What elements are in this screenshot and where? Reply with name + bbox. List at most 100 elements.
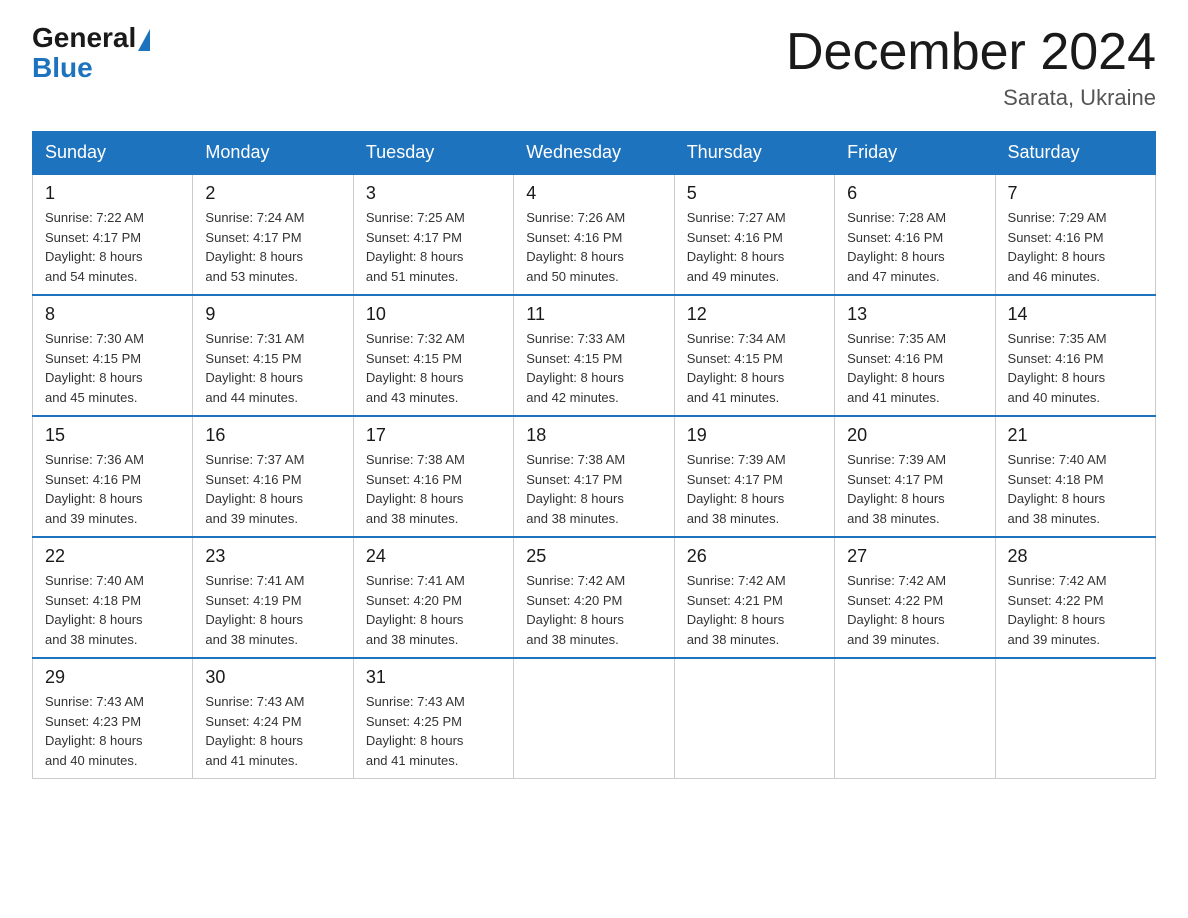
day-info: Sunrise: 7:39 AM Sunset: 4:17 PM Dayligh… — [847, 450, 982, 528]
day-info: Sunrise: 7:33 AM Sunset: 4:15 PM Dayligh… — [526, 329, 661, 407]
calendar-cell: 11 Sunrise: 7:33 AM Sunset: 4:15 PM Dayl… — [514, 295, 674, 416]
calendar-cell: 8 Sunrise: 7:30 AM Sunset: 4:15 PM Dayli… — [33, 295, 193, 416]
day-number: 14 — [1008, 304, 1143, 325]
calendar-header-row: SundayMondayTuesdayWednesdayThursdayFrid… — [33, 132, 1156, 175]
header-tuesday: Tuesday — [353, 132, 513, 175]
calendar-cell: 21 Sunrise: 7:40 AM Sunset: 4:18 PM Dayl… — [995, 416, 1155, 537]
day-number: 15 — [45, 425, 180, 446]
calendar-cell: 6 Sunrise: 7:28 AM Sunset: 4:16 PM Dayli… — [835, 174, 995, 295]
day-number: 11 — [526, 304, 661, 325]
calendar-cell: 9 Sunrise: 7:31 AM Sunset: 4:15 PM Dayli… — [193, 295, 353, 416]
day-info: Sunrise: 7:42 AM Sunset: 4:22 PM Dayligh… — [1008, 571, 1143, 649]
calendar-cell: 15 Sunrise: 7:36 AM Sunset: 4:16 PM Dayl… — [33, 416, 193, 537]
day-info: Sunrise: 7:32 AM Sunset: 4:15 PM Dayligh… — [366, 329, 501, 407]
day-number: 19 — [687, 425, 822, 446]
day-number: 28 — [1008, 546, 1143, 567]
calendar-cell: 18 Sunrise: 7:38 AM Sunset: 4:17 PM Dayl… — [514, 416, 674, 537]
calendar-cell: 23 Sunrise: 7:41 AM Sunset: 4:19 PM Dayl… — [193, 537, 353, 658]
day-info: Sunrise: 7:22 AM Sunset: 4:17 PM Dayligh… — [45, 208, 180, 286]
day-number: 30 — [205, 667, 340, 688]
day-number: 25 — [526, 546, 661, 567]
day-number: 2 — [205, 183, 340, 204]
day-info: Sunrise: 7:40 AM Sunset: 4:18 PM Dayligh… — [1008, 450, 1143, 528]
calendar-cell: 13 Sunrise: 7:35 AM Sunset: 4:16 PM Dayl… — [835, 295, 995, 416]
header-wednesday: Wednesday — [514, 132, 674, 175]
day-number: 1 — [45, 183, 180, 204]
day-number: 18 — [526, 425, 661, 446]
day-number: 8 — [45, 304, 180, 325]
calendar-week-row: 15 Sunrise: 7:36 AM Sunset: 4:16 PM Dayl… — [33, 416, 1156, 537]
day-number: 17 — [366, 425, 501, 446]
calendar-week-row: 22 Sunrise: 7:40 AM Sunset: 4:18 PM Dayl… — [33, 537, 1156, 658]
calendar-week-row: 1 Sunrise: 7:22 AM Sunset: 4:17 PM Dayli… — [33, 174, 1156, 295]
calendar-cell — [835, 658, 995, 779]
header-sunday: Sunday — [33, 132, 193, 175]
calendar-cell: 2 Sunrise: 7:24 AM Sunset: 4:17 PM Dayli… — [193, 174, 353, 295]
calendar-cell: 3 Sunrise: 7:25 AM Sunset: 4:17 PM Dayli… — [353, 174, 513, 295]
calendar-week-row: 8 Sunrise: 7:30 AM Sunset: 4:15 PM Dayli… — [33, 295, 1156, 416]
logo-general-text: General — [32, 24, 136, 52]
page-header: General Blue December 2024 Sarata, Ukrai… — [32, 24, 1156, 111]
day-info: Sunrise: 7:31 AM Sunset: 4:15 PM Dayligh… — [205, 329, 340, 407]
day-info: Sunrise: 7:38 AM Sunset: 4:16 PM Dayligh… — [366, 450, 501, 528]
day-number: 29 — [45, 667, 180, 688]
calendar-cell — [995, 658, 1155, 779]
header-thursday: Thursday — [674, 132, 834, 175]
day-info: Sunrise: 7:39 AM Sunset: 4:17 PM Dayligh… — [687, 450, 822, 528]
day-info: Sunrise: 7:41 AM Sunset: 4:19 PM Dayligh… — [205, 571, 340, 649]
calendar-cell: 24 Sunrise: 7:41 AM Sunset: 4:20 PM Dayl… — [353, 537, 513, 658]
calendar-cell: 26 Sunrise: 7:42 AM Sunset: 4:21 PM Dayl… — [674, 537, 834, 658]
day-info: Sunrise: 7:43 AM Sunset: 4:23 PM Dayligh… — [45, 692, 180, 770]
calendar-cell: 1 Sunrise: 7:22 AM Sunset: 4:17 PM Dayli… — [33, 174, 193, 295]
day-info: Sunrise: 7:42 AM Sunset: 4:21 PM Dayligh… — [687, 571, 822, 649]
calendar-cell: 7 Sunrise: 7:29 AM Sunset: 4:16 PM Dayli… — [995, 174, 1155, 295]
calendar-cell: 20 Sunrise: 7:39 AM Sunset: 4:17 PM Dayl… — [835, 416, 995, 537]
calendar-cell: 28 Sunrise: 7:42 AM Sunset: 4:22 PM Dayl… — [995, 537, 1155, 658]
header-friday: Friday — [835, 132, 995, 175]
day-info: Sunrise: 7:35 AM Sunset: 4:16 PM Dayligh… — [1008, 329, 1143, 407]
day-info: Sunrise: 7:38 AM Sunset: 4:17 PM Dayligh… — [526, 450, 661, 528]
calendar-cell: 30 Sunrise: 7:43 AM Sunset: 4:24 PM Dayl… — [193, 658, 353, 779]
day-number: 12 — [687, 304, 822, 325]
calendar-cell — [674, 658, 834, 779]
calendar-cell: 14 Sunrise: 7:35 AM Sunset: 4:16 PM Dayl… — [995, 295, 1155, 416]
day-info: Sunrise: 7:29 AM Sunset: 4:16 PM Dayligh… — [1008, 208, 1143, 286]
day-info: Sunrise: 7:26 AM Sunset: 4:16 PM Dayligh… — [526, 208, 661, 286]
location-subtitle: Sarata, Ukraine — [786, 85, 1156, 111]
day-number: 23 — [205, 546, 340, 567]
calendar-cell: 12 Sunrise: 7:34 AM Sunset: 4:15 PM Dayl… — [674, 295, 834, 416]
day-number: 16 — [205, 425, 340, 446]
day-info: Sunrise: 7:34 AM Sunset: 4:15 PM Dayligh… — [687, 329, 822, 407]
day-number: 6 — [847, 183, 982, 204]
day-info: Sunrise: 7:42 AM Sunset: 4:22 PM Dayligh… — [847, 571, 982, 649]
day-info: Sunrise: 7:24 AM Sunset: 4:17 PM Dayligh… — [205, 208, 340, 286]
day-info: Sunrise: 7:42 AM Sunset: 4:20 PM Dayligh… — [526, 571, 661, 649]
day-info: Sunrise: 7:25 AM Sunset: 4:17 PM Dayligh… — [366, 208, 501, 286]
day-info: Sunrise: 7:43 AM Sunset: 4:25 PM Dayligh… — [366, 692, 501, 770]
day-number: 7 — [1008, 183, 1143, 204]
day-number: 10 — [366, 304, 501, 325]
calendar-cell: 31 Sunrise: 7:43 AM Sunset: 4:25 PM Dayl… — [353, 658, 513, 779]
day-number: 4 — [526, 183, 661, 204]
day-number: 13 — [847, 304, 982, 325]
day-number: 21 — [1008, 425, 1143, 446]
header-saturday: Saturday — [995, 132, 1155, 175]
day-info: Sunrise: 7:27 AM Sunset: 4:16 PM Dayligh… — [687, 208, 822, 286]
day-info: Sunrise: 7:43 AM Sunset: 4:24 PM Dayligh… — [205, 692, 340, 770]
calendar-cell: 29 Sunrise: 7:43 AM Sunset: 4:23 PM Dayl… — [33, 658, 193, 779]
day-info: Sunrise: 7:36 AM Sunset: 4:16 PM Dayligh… — [45, 450, 180, 528]
calendar-cell: 25 Sunrise: 7:42 AM Sunset: 4:20 PM Dayl… — [514, 537, 674, 658]
day-number: 31 — [366, 667, 501, 688]
day-info: Sunrise: 7:28 AM Sunset: 4:16 PM Dayligh… — [847, 208, 982, 286]
day-info: Sunrise: 7:40 AM Sunset: 4:18 PM Dayligh… — [45, 571, 180, 649]
calendar-cell: 17 Sunrise: 7:38 AM Sunset: 4:16 PM Dayl… — [353, 416, 513, 537]
title-block: December 2024 Sarata, Ukraine — [786, 24, 1156, 111]
day-number: 3 — [366, 183, 501, 204]
day-info: Sunrise: 7:37 AM Sunset: 4:16 PM Dayligh… — [205, 450, 340, 528]
day-number: 20 — [847, 425, 982, 446]
calendar-week-row: 29 Sunrise: 7:43 AM Sunset: 4:23 PM Dayl… — [33, 658, 1156, 779]
day-number: 22 — [45, 546, 180, 567]
day-number: 27 — [847, 546, 982, 567]
day-info: Sunrise: 7:35 AM Sunset: 4:16 PM Dayligh… — [847, 329, 982, 407]
calendar-cell: 19 Sunrise: 7:39 AM Sunset: 4:17 PM Dayl… — [674, 416, 834, 537]
